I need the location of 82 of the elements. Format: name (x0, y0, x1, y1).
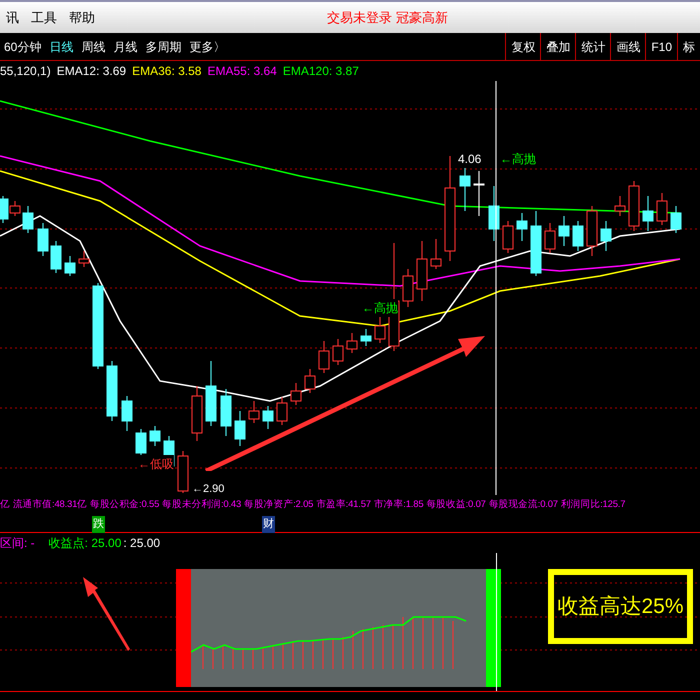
period-tab[interactable]: 多周期 (141, 38, 186, 56)
candlestick (360, 328, 372, 346)
candlestick (22, 206, 34, 234)
menu-item[interactable]: 帮助 (63, 8, 101, 28)
candlestick (50, 240, 62, 274)
tool-button[interactable]: 画线 (610, 33, 646, 60)
candlestick (206, 360, 216, 426)
fundamental-value: 每股收益:0.07 (426, 498, 486, 512)
fundamental-value: 市净率:1.85 (374, 498, 424, 512)
candlestick (234, 410, 246, 446)
candlestick (558, 216, 570, 246)
tool-button[interactable]: 复权 (505, 33, 540, 60)
candlestick (614, 196, 626, 216)
candlestick (628, 180, 640, 232)
candlestick (642, 196, 654, 232)
candlestick (150, 426, 160, 446)
event-marker: 跌 (92, 516, 105, 532)
candlestick (416, 240, 428, 302)
candlestick (530, 210, 542, 276)
fundamental-value: 亿 (0, 498, 10, 512)
candlestick (346, 332, 358, 354)
candlestick (192, 386, 202, 442)
candlestick (572, 220, 584, 252)
fundamental-value: 每股现金流:0.07 (488, 498, 558, 512)
candlestick (600, 220, 612, 252)
candlestick (78, 250, 90, 268)
candlestick (106, 360, 118, 422)
profit-banner: 收益高达25% (548, 569, 693, 644)
fundamental-value: 每股未分利润:0.43 (162, 498, 242, 512)
tool-button[interactable]: 统计 (575, 33, 610, 60)
period-tab[interactable]: 周线 (77, 38, 110, 56)
period-tab[interactable]: 日线 (45, 38, 78, 56)
candlestick (374, 316, 386, 344)
login-status: 交易未登录 (327, 8, 392, 27)
event-marker: 财 (262, 516, 275, 532)
sell-signal-label: ←高抛 (500, 150, 536, 168)
candlestick (64, 256, 76, 276)
candlestick (502, 220, 514, 254)
profit-value: : 25.00 (123, 535, 160, 552)
candlestick (488, 186, 500, 242)
menu-item[interactable]: 讯 (0, 8, 25, 28)
fundamental-value: 市盈率:41.57 (316, 498, 371, 512)
candlestick (544, 222, 556, 254)
tool-button[interactable]: 叠加 (540, 33, 576, 60)
candlestick (304, 368, 316, 394)
candlestick (402, 268, 414, 308)
candlestick (38, 222, 48, 256)
candlestick (516, 212, 528, 242)
candlestick (248, 400, 260, 424)
period-tab[interactable]: 月线 (109, 38, 142, 56)
tool-button[interactable]: 标 (677, 33, 700, 60)
candlestick (262, 406, 274, 430)
fundamental-value: 每股净资产:2.05 (244, 498, 314, 512)
indicator-value: 55,120,1) (0, 63, 51, 80)
indicator-value: EMA12: 3.69 (56, 63, 126, 80)
candlestick (220, 388, 232, 436)
sell-signal-label: ←高抛 (362, 299, 398, 317)
candlestick (670, 206, 682, 234)
candlestick (122, 396, 132, 432)
menu-item[interactable]: 工具 (25, 8, 63, 28)
buy-signal-label: ←低吸 (138, 455, 174, 473)
indicator-value: EMA36: 3.58 (132, 63, 202, 80)
candlestick (276, 396, 288, 426)
candlestick (430, 238, 442, 270)
fundamental-value: 每股公积金:0.55 (90, 498, 160, 512)
fundamental-value: 利润同比:125.7 (560, 498, 626, 512)
candlestick (474, 170, 484, 216)
candlestick (178, 450, 188, 494)
indicator-value: EMA55: 3.64 (207, 63, 277, 80)
profit-point-label: 收益点: 25.00 (48, 535, 122, 552)
candlestick (656, 192, 668, 226)
candlestick (586, 206, 598, 256)
range-label: 区间: - (0, 535, 35, 552)
indicator-value: EMA120: 3.87 (282, 63, 359, 80)
candlestick (332, 338, 344, 366)
candlestick (318, 340, 330, 374)
period-tab[interactable]: 更多〉 (185, 38, 230, 56)
tool-button[interactable]: F10 (645, 33, 677, 60)
candlestick (290, 382, 302, 406)
period-tab[interactable]: 60分钟 (0, 38, 46, 56)
stock-name: 冠豪高新 (396, 8, 448, 27)
fundamental-value: 流通市值:48.31亿 (12, 498, 88, 512)
